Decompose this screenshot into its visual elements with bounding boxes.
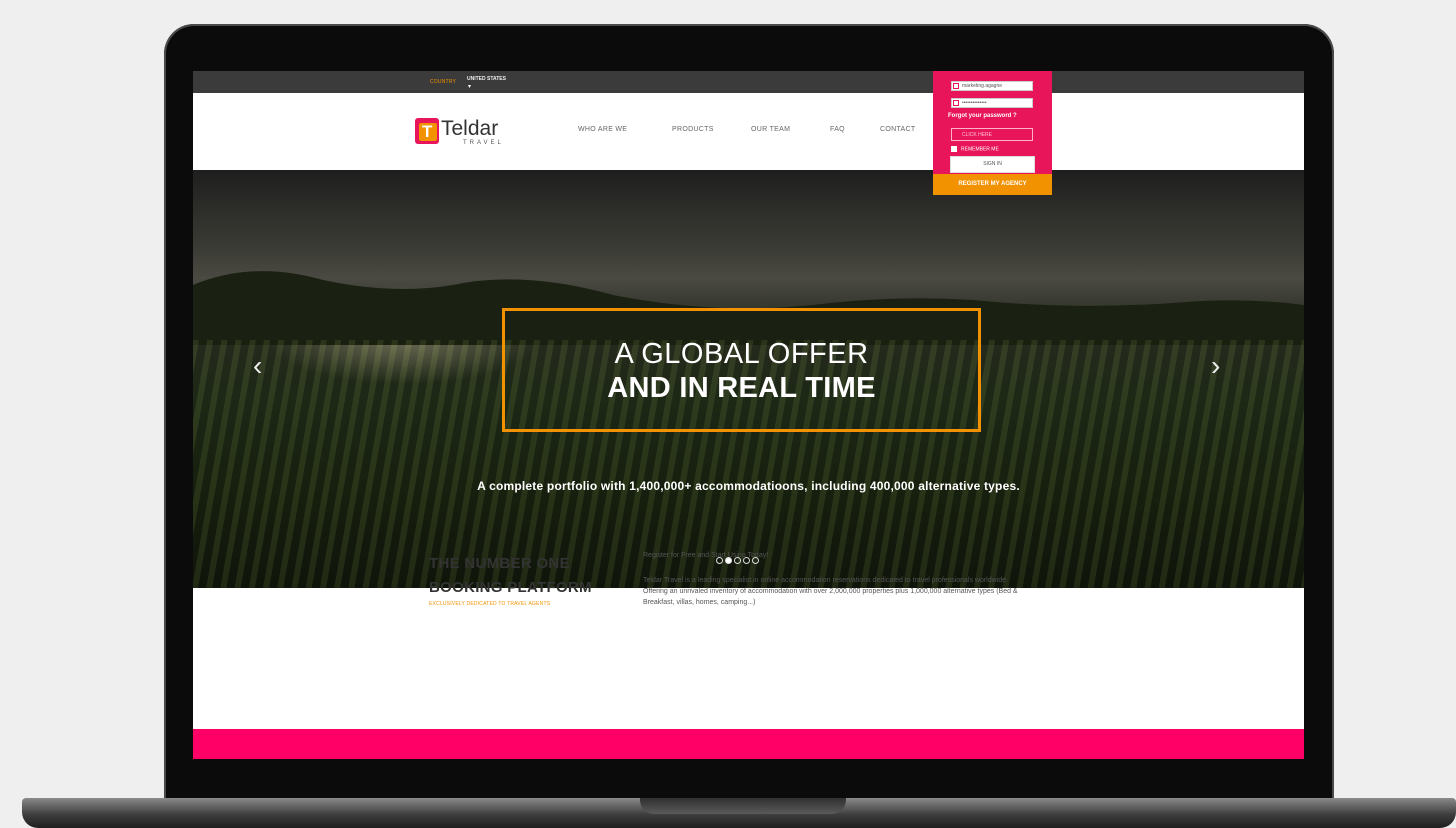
logo[interactable]: T Teldar TRAVEL: [415, 118, 504, 146]
intro-text: Register for Free and Start Using Today!…: [643, 550, 1043, 608]
laptop-notch: [640, 798, 846, 814]
hero-subtitle: A complete portfolio with 1,400,000+ acc…: [477, 479, 1020, 493]
intro-paragraph: Register for Free and Start Using Today!: [643, 552, 769, 559]
intro-tagline: EXCLUSIVELY DEDICATED TO TRAVEL AGENTS: [429, 601, 551, 607]
checkbox-icon: [951, 146, 957, 152]
username-field[interactable]: marketing.agagne: [951, 81, 1033, 91]
hero-headline-line2: AND IN REAL TIME: [607, 372, 876, 404]
headline-box: A GLOBAL OFFER AND IN REAL TIME: [502, 308, 981, 432]
nav-item-who-are-we[interactable]: WHO ARE WE: [578, 126, 627, 133]
logo-brand: Teldar: [441, 117, 499, 140]
lock-icon: [953, 100, 959, 106]
nav-item-faq[interactable]: FAQ: [830, 126, 845, 133]
nav-item-our-team[interactable]: OUR TEAM: [751, 126, 790, 133]
user-icon: [953, 83, 959, 89]
teldar-logo-icon: T: [415, 118, 439, 144]
footer-bar: [193, 729, 1304, 759]
sign-in-button[interactable]: SIGN IN: [950, 156, 1035, 173]
intro-title: THE NUMBER ONE BOOKING PLATFORM: [429, 555, 592, 596]
chevron-down-icon[interactable]: ▾: [468, 83, 471, 90]
prev-slide-icon[interactable]: ‹: [253, 350, 262, 382]
captcha-field[interactable]: CLICK HERE: [951, 128, 1033, 141]
hero-slider: ‹ › A GLOBAL OFFER AND IN REAL TIME A co…: [193, 170, 1304, 588]
site-header: T Teldar TRAVEL WHO ARE WE PRODUCTS OUR …: [193, 93, 1304, 170]
laptop-screen: COUNTRY UNITED STATES ▾ T Teldar TRAVEL …: [193, 71, 1304, 759]
country-selector[interactable]: UNITED STATES: [467, 76, 506, 82]
remember-me-checkbox[interactable]: REMEMBER ME: [951, 146, 999, 152]
nav-item-products[interactable]: PRODUCTS: [672, 126, 714, 133]
register-agency-button[interactable]: REGISTER MY AGENCY: [933, 174, 1052, 195]
top-bar: COUNTRY UNITED STATES ▾: [193, 71, 1304, 93]
next-slide-icon[interactable]: ›: [1211, 350, 1220, 382]
login-panel: marketing.agagne •••••••••••••• Forgot y…: [933, 71, 1052, 195]
hero-headline-line1: A GLOBAL OFFER: [614, 338, 869, 370]
logo-subtitle: TRAVEL: [463, 140, 504, 146]
intro-paragraph: Teldar Travel is a leading specialist in…: [643, 577, 1008, 584]
country-label: COUNTRY: [430, 79, 457, 85]
nav-item-contact[interactable]: CONTACT: [880, 126, 915, 133]
password-field[interactable]: ••••••••••••••: [951, 98, 1033, 108]
forgot-password-link[interactable]: Forgot your password ?: [948, 113, 1017, 119]
intro-paragraph: Offering an unrivaled inventory of accom…: [643, 588, 1018, 606]
